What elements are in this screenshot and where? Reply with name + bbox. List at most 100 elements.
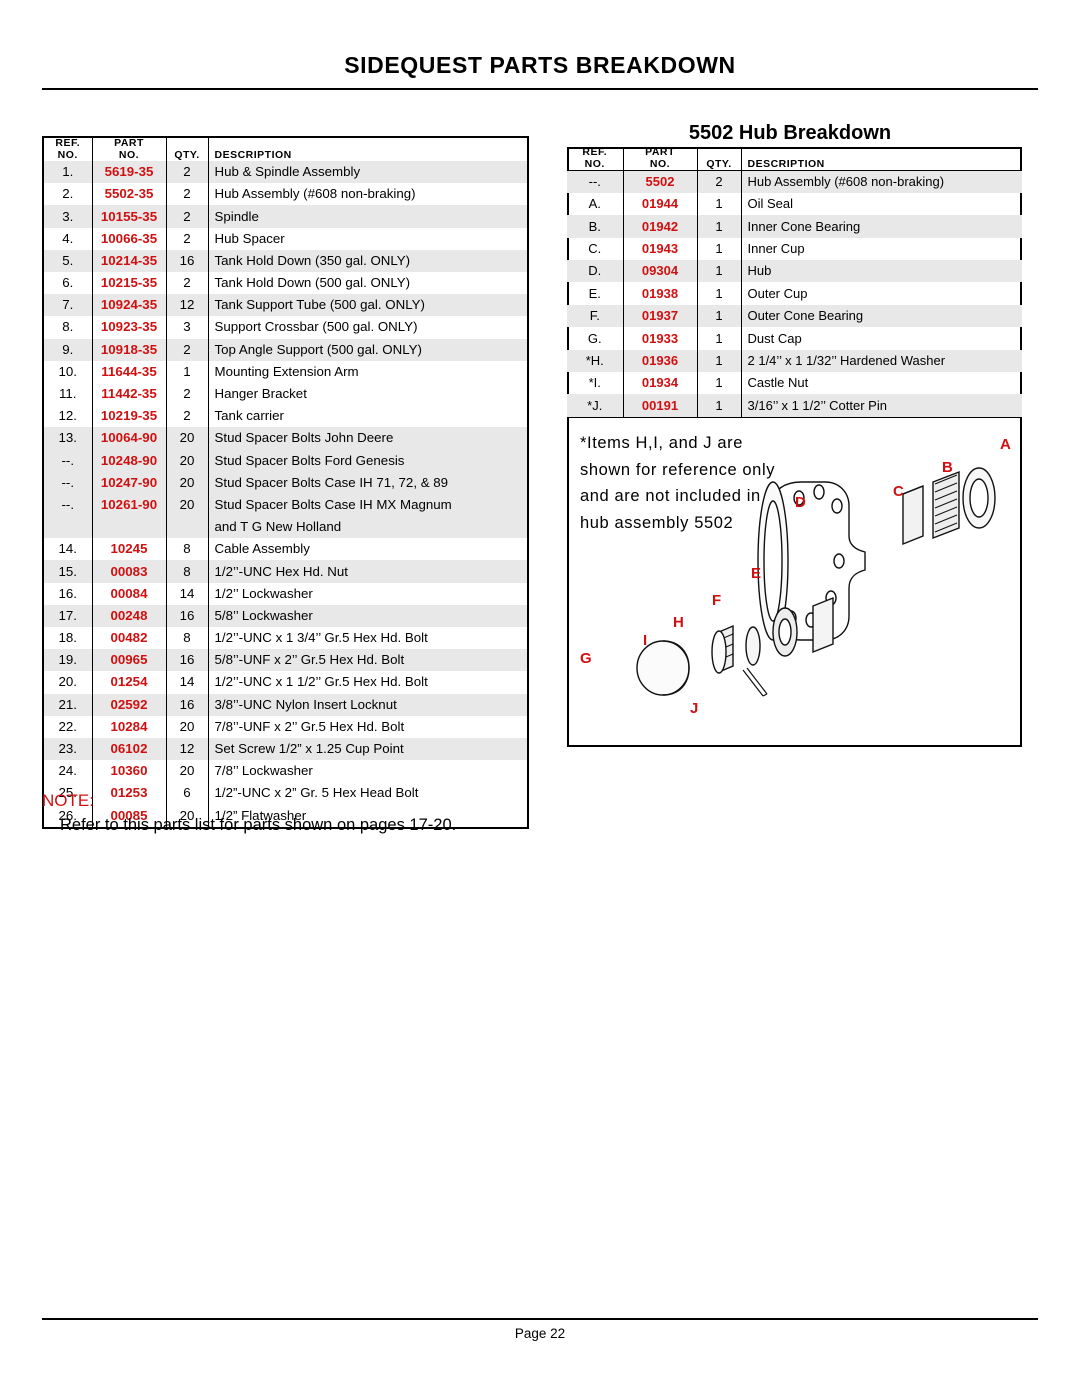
hub-header-ref-no: REF. NO. — [567, 147, 624, 172]
cell-description: 1/2’’ Lockwasher — [214, 585, 313, 601]
cell-qty: 12 — [166, 294, 209, 317]
cell-qty: 14 — [166, 671, 209, 694]
part-number-value: 01934 — [641, 375, 679, 391]
cell-description: Stud Spacer Bolts Case IH MX Magnum — [208, 493, 527, 517]
cell-ref-no: --. — [44, 449, 93, 472]
cell-qty: 2 — [166, 183, 209, 206]
hub-table-header-row: REF. NO. PART NO. QTY. DESCRIPTION — [567, 147, 1022, 172]
part-number-value: 10215-35 — [100, 275, 158, 291]
diagram-label-j: J — [690, 700, 699, 717]
cell-ref-no: 4. — [44, 227, 93, 250]
part-number-value: 10924-35 — [100, 297, 158, 313]
cell-description: Hub — [741, 260, 1022, 283]
part-number-value: 01254 — [110, 674, 148, 690]
cell-qty: 1 — [697, 394, 742, 417]
cell-part-no: 00083 — [92, 560, 167, 583]
note-text: Refer to this parts list for parts shown… — [60, 816, 457, 834]
cell-part-no: 10923-35 — [92, 316, 167, 339]
cell-qty: 1 — [697, 304, 742, 328]
part-number-value: 10247-90 — [100, 474, 158, 490]
cell-description: Stud Spacer Bolts Case IH 71, 72, & 89 — [208, 471, 527, 494]
cell-ref-no: E. — [567, 282, 624, 305]
cell-ref-no: 12. — [44, 405, 93, 428]
header-description: DESCRIPTION — [214, 149, 292, 161]
hub-exploded-svg — [636, 467, 996, 697]
diagram-label-h: H — [673, 614, 684, 631]
cell-qty: 8 — [166, 626, 209, 650]
cell-qty: 2 — [166, 338, 209, 361]
part-number-value: 10245 — [110, 541, 148, 557]
hub-parts-table-body: --. 5502 2 Hub Assembly (#608 non-braking) A… — [567, 170, 1022, 417]
cell-ref-no: *H. — [567, 349, 624, 373]
cell-ref-no: *I. — [567, 372, 624, 395]
cell-qty: 16 — [166, 649, 209, 672]
part-number-value: 10284 — [110, 718, 148, 734]
diagram-label-f: F — [712, 592, 722, 609]
cell-qty: 2 — [166, 405, 209, 428]
cell-part-no: 01944 — [623, 192, 698, 216]
cell-description: 3/16’’ x 1 1/2’’ Cotter Pin — [741, 394, 1022, 417]
cell-ref-no: 14. — [44, 538, 93, 561]
part-number-value: 01253 — [110, 785, 148, 801]
table-row: 6. 10215-35 2 Tank Hold Down (500 gal. ONLY… — [44, 271, 527, 295]
cell-qty: 8 — [166, 560, 209, 583]
cell-qty: 16 — [166, 604, 209, 627]
part-number-value: 5502 — [645, 174, 675, 190]
table-row: 23. 06102 12 Set Screw 1/2” x 1.25 Cup Poin… — [44, 737, 527, 761]
table-row: *H. 01936 1 2 1/4’’ x 1 1/32’’ Hardened Was… — [567, 349, 1022, 373]
cell-qty: 1 — [697, 192, 742, 216]
part-number-value: 11644-35 — [101, 363, 157, 379]
cell-part-no — [92, 516, 167, 539]
cell-part-no: 02592 — [92, 693, 167, 716]
part-number-value: 00191 — [641, 397, 679, 413]
cell-ref-no: 8. — [44, 316, 93, 339]
part-number-value: 10066-35 — [100, 230, 158, 246]
cell-description: Cable Assembly — [214, 541, 310, 557]
cell-qty: 2 — [166, 205, 209, 228]
table-row: D. 09304 1 Hub — [567, 260, 1022, 283]
cell-ref-no: 21. — [44, 693, 93, 716]
hub-parts-table-container: REF. NO. PART NO. QTY. DESCRIPTION --. 55… — [567, 147, 1022, 418]
cell-ref-no: 24. — [44, 760, 93, 783]
cell-ref-no: 17. — [44, 604, 93, 627]
cell-ref-no: --. — [567, 170, 624, 193]
cell-qty: 6 — [166, 782, 209, 805]
cell-ref-no: --. — [44, 493, 93, 517]
cell-part-no: 00191 — [623, 394, 698, 417]
part-number-value: 10214-35 — [100, 252, 158, 268]
cell-description: Outer Cup — [747, 285, 808, 301]
part-number-value: 10918-35 — [100, 341, 158, 357]
cell-part-no: 10261-90 — [92, 493, 167, 517]
part-number-value: 11442-35 — [101, 386, 157, 401]
table-row: 14. 10245 8 Cable Assembly — [44, 538, 527, 561]
cell-part-no: 10918-35 — [92, 338, 167, 361]
cell-ref-no: 9. — [44, 338, 93, 361]
table-row: 10. 11644-35 1 Mounting Extension Arm — [44, 360, 527, 383]
cell-qty: 3 — [166, 316, 209, 339]
table-row: A. 01944 1 Oil Seal — [567, 192, 1022, 216]
cell-description: Outer Cone Bearing — [741, 304, 1022, 328]
table-row: F. 01937 1 Outer Cone Bearing — [567, 304, 1022, 328]
cell-part-no: 10248-90 — [92, 449, 167, 472]
table-row: 4. 10066-35 2 Hub Spacer — [44, 227, 527, 250]
cell-description: Oil Seal — [747, 196, 794, 212]
note-label: NOTE: — [42, 791, 94, 810]
table-row: 19. 00965 16 5/8’’-UNF x 2’’ Gr.5 Hex Hd. B… — [44, 649, 527, 672]
part-number-value: 01944 — [641, 196, 679, 212]
cell-description: Tank Hold Down (500 gal. ONLY) — [214, 275, 411, 291]
cell-ref-no: 1. — [44, 161, 93, 184]
header-qty: QTY. — [166, 138, 209, 162]
cell-part-no: 10247-90 — [92, 471, 167, 494]
cell-ref-no: A. — [567, 192, 624, 216]
cell-description: Tank Support Tube (500 gal. ONLY) — [208, 294, 527, 317]
part-number-value: 00482 — [110, 630, 148, 646]
table-row: 22. 10284 20 7/8’’-UNF x 2’’ Gr.5 Hex Hd. B… — [44, 715, 527, 738]
table-row: --. 10247-90 20 Stud Spacer Bolts Case IH 7… — [44, 471, 527, 494]
cell-description: Top Angle Support (500 gal. ONLY) — [208, 338, 527, 361]
footer-divider — [42, 1318, 1038, 1320]
cell-ref-no: 7. — [44, 294, 93, 317]
page-number: Page 22 — [514, 1326, 566, 1341]
hub-exploded-diagram — [567, 420, 1022, 747]
cell-description: 3/8’’-UNC Nylon Insert Locknut — [208, 693, 527, 716]
cell-ref-no: 13. — [44, 427, 93, 450]
